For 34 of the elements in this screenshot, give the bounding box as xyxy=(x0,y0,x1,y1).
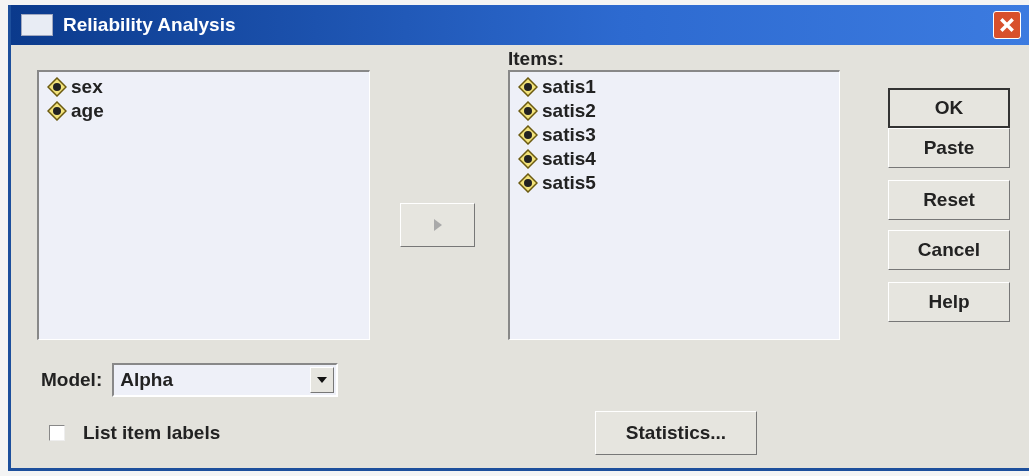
window-title: Reliability Analysis xyxy=(63,14,236,36)
dropdown-button[interactable] xyxy=(310,367,335,393)
variable-item[interactable]: satis2 xyxy=(516,100,598,122)
caret-icon xyxy=(317,377,328,383)
variable-item[interactable]: satis5 xyxy=(516,172,598,194)
window-icon xyxy=(21,14,53,36)
scale-variable-icon xyxy=(47,77,67,97)
dialog-button[interactable]: Reset xyxy=(888,180,1010,220)
scale-variable-icon xyxy=(518,101,538,121)
close-button[interactable] xyxy=(993,11,1021,39)
variable-item[interactable]: age xyxy=(45,100,106,122)
dialog-button[interactable]: Paste xyxy=(888,128,1010,168)
scale-variable-icon xyxy=(518,149,538,169)
variable-list[interactable]: sex age xyxy=(37,70,370,340)
close-icon xyxy=(999,17,1015,33)
scale-variable-icon xyxy=(47,101,67,121)
statistics-button[interactable]: Statistics... xyxy=(595,411,757,455)
model-label: Model: xyxy=(41,369,103,391)
checkbox-label[interactable]: List item labels xyxy=(83,422,221,444)
dialog-button[interactable]: Help xyxy=(888,282,1010,322)
variable-item[interactable]: sex xyxy=(45,76,105,98)
scale-variable-icon xyxy=(518,173,538,193)
variable-item[interactable]: satis1 xyxy=(516,76,598,98)
arrow-icon xyxy=(432,218,443,232)
items-list[interactable]: satis1 satis2 satis3 satis4 satis5 xyxy=(508,70,840,340)
scale-variable-icon xyxy=(518,125,538,145)
checkbox[interactable] xyxy=(49,425,65,441)
items-label: Items: xyxy=(508,48,565,70)
model-dropdown[interactable]: Alpha xyxy=(112,363,339,397)
variable-item[interactable]: satis4 xyxy=(516,148,598,170)
dialog-button[interactable]: OK xyxy=(888,88,1010,128)
dialog-button[interactable]: Cancel xyxy=(888,230,1010,270)
variable-item[interactable]: satis3 xyxy=(516,124,598,146)
scale-variable-icon xyxy=(518,77,538,97)
